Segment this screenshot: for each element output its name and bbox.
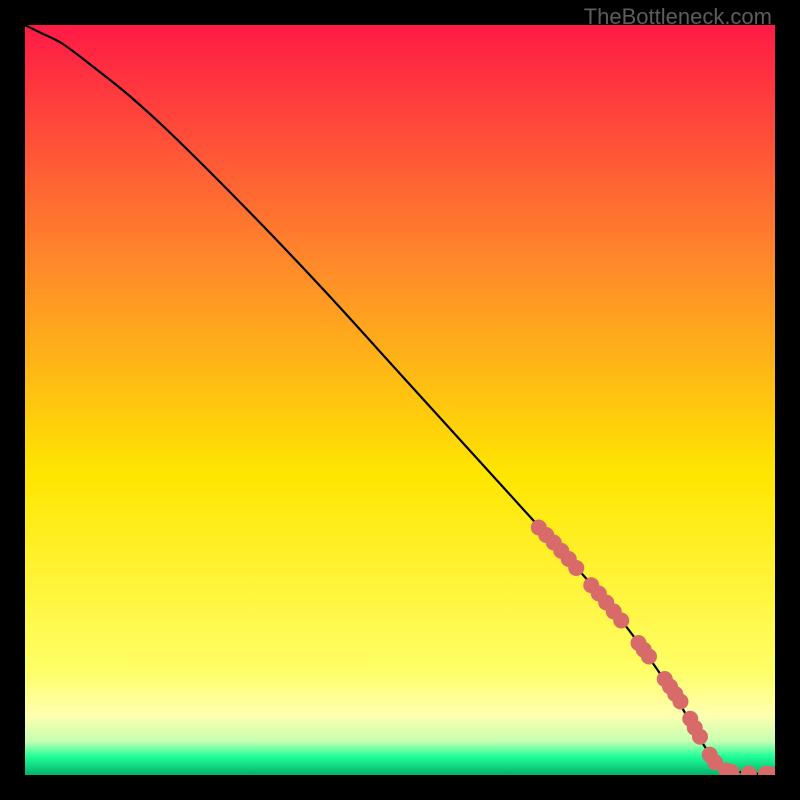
marker-dot [568,560,584,576]
marker-dot [613,613,629,629]
marker-dot [641,649,657,665]
plot-background [25,25,775,775]
watermark-text: TheBottleneck.com [584,4,772,30]
bottleneck-chart [25,25,775,775]
chart-frame [25,25,775,775]
marker-dot [673,694,689,710]
marker-dot [692,729,708,745]
